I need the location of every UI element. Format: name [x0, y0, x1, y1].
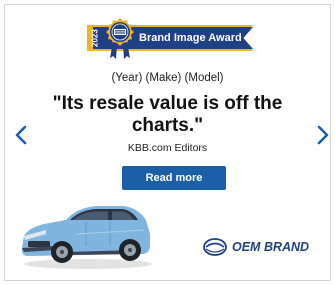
read-more-button[interactable]: Read more	[122, 166, 226, 190]
award-label: Brand Image Award	[139, 32, 242, 44]
chevron-left-icon[interactable]	[14, 124, 28, 146]
award-year: 2023	[90, 29, 100, 47]
quote-attribution: KBB.com Editors	[127, 142, 208, 154]
brand-name: OEM BRAND	[232, 240, 310, 254]
oem-brand: OEM BRAND	[203, 236, 321, 258]
chevron-right-icon[interactable]	[316, 124, 330, 146]
brand-logo-icon	[203, 238, 227, 256]
award-banner: 2023 Brand Image Award	[87, 16, 262, 62]
car-image	[21, 206, 152, 269]
vehicle-name: (Year) (Make) (Model)	[111, 72, 224, 84]
kbb-seal-icon	[106, 18, 134, 59]
headline-quote: "Its resale value is off the charts."	[52, 93, 283, 136]
